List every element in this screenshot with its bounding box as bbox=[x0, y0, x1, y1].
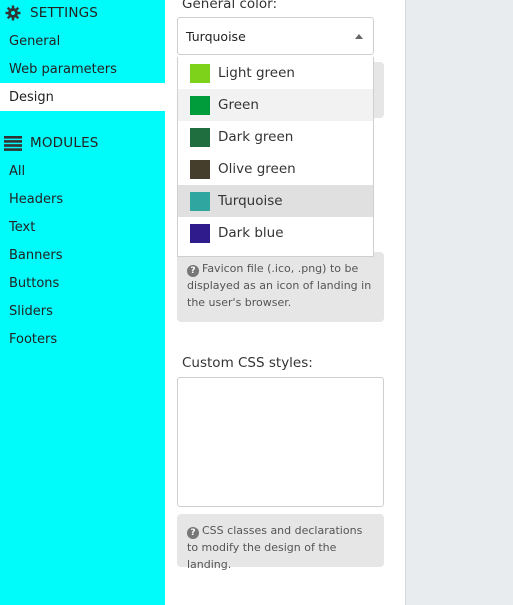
color-option-label: Dark green bbox=[218, 129, 294, 145]
sidebar-item-all[interactable]: All bbox=[0, 157, 165, 185]
help-icon: ? bbox=[187, 527, 199, 539]
favicon-help-text: Favicon file (.ico, .png) to be displaye… bbox=[187, 262, 372, 309]
sidebar: SETTINGS General Web parameters Design M… bbox=[0, 0, 165, 605]
gear-icon bbox=[4, 4, 22, 22]
sidebar-item-general[interactable]: General bbox=[0, 27, 165, 55]
color-option-turquoise[interactable]: Turquoise bbox=[178, 185, 373, 217]
sidebar-item-footers[interactable]: Footers bbox=[0, 325, 165, 353]
color-option-label: Turquoise bbox=[218, 193, 283, 209]
color-option-label: Dark blue bbox=[218, 225, 284, 241]
general-color-value: Turquoise bbox=[186, 28, 246, 44]
color-option-label: Olive green bbox=[218, 161, 296, 177]
sidebar-item-design[interactable]: Design bbox=[0, 83, 165, 111]
sidebar-item-label: Sliders bbox=[9, 303, 53, 319]
sidebar-item-label: Footers bbox=[9, 331, 58, 347]
sidebar-item-text[interactable]: Text bbox=[0, 213, 165, 241]
color-dropdown-list[interactable]: Light green Green Dark green Olive green… bbox=[177, 57, 374, 257]
sidebar-item-label: General bbox=[9, 33, 61, 49]
css-help-box: ? CSS classes and declarations to modify … bbox=[177, 514, 384, 571]
favicon-help-box: ? Favicon file (.ico, .png) to be display… bbox=[177, 252, 384, 322]
sidebar-item-label: Banners bbox=[9, 247, 63, 263]
sidebar-item-label: Web parameters bbox=[9, 61, 117, 77]
custom-css-textarea[interactable] bbox=[177, 377, 384, 507]
list-icon bbox=[4, 134, 22, 152]
color-swatch bbox=[190, 63, 210, 83]
color-swatch bbox=[190, 223, 210, 243]
sidebar-item-label: All bbox=[9, 163, 26, 179]
color-swatch bbox=[190, 127, 210, 147]
sidebar-item-label: Design bbox=[9, 89, 54, 105]
general-color-label: General color: bbox=[182, 0, 278, 12]
sidebar-item-label: Text bbox=[9, 219, 36, 235]
sidebar-item-label: Headers bbox=[9, 191, 64, 207]
sidebar-item-web-parameters[interactable]: Web parameters bbox=[0, 55, 165, 83]
sidebar-item-headers[interactable]: Headers bbox=[0, 185, 165, 213]
design-settings-panel: General color: Turquoise Light green Gre… bbox=[165, 0, 405, 605]
color-option-green[interactable]: Green bbox=[178, 89, 373, 121]
settings-header: SETTINGS bbox=[4, 1, 98, 25]
color-swatch bbox=[190, 159, 210, 179]
color-option-label: Light green bbox=[218, 65, 295, 81]
caret-up-icon bbox=[355, 34, 363, 39]
modules-title: MODULES bbox=[30, 135, 99, 151]
sidebar-item-banners[interactable]: Banners bbox=[0, 241, 165, 269]
color-option-dark-green[interactable]: Dark green bbox=[178, 121, 373, 153]
sidebar-item-sliders[interactable]: Sliders bbox=[0, 297, 165, 325]
content-background bbox=[405, 0, 513, 605]
color-option-light-green[interactable]: Light green bbox=[178, 57, 373, 89]
color-swatch bbox=[190, 255, 210, 256]
color-option-partial[interactable] bbox=[178, 249, 373, 256]
custom-css-label: Custom CSS styles: bbox=[182, 355, 313, 371]
sidebar-item-label: Buttons bbox=[9, 275, 60, 291]
settings-title: SETTINGS bbox=[30, 5, 99, 21]
color-option-label: Green bbox=[218, 97, 259, 113]
css-help-text: CSS classes and declarations to modify t… bbox=[187, 524, 363, 571]
help-icon: ? bbox=[187, 265, 199, 277]
sidebar-item-buttons[interactable]: Buttons bbox=[0, 269, 165, 297]
color-option-dark-blue[interactable]: Dark blue bbox=[178, 217, 373, 249]
color-option-olive-green[interactable]: Olive green bbox=[178, 153, 373, 185]
modules-header: MODULES bbox=[4, 131, 99, 155]
color-swatch bbox=[190, 95, 210, 115]
general-color-select[interactable]: Turquoise bbox=[177, 17, 374, 55]
color-swatch bbox=[190, 191, 210, 211]
